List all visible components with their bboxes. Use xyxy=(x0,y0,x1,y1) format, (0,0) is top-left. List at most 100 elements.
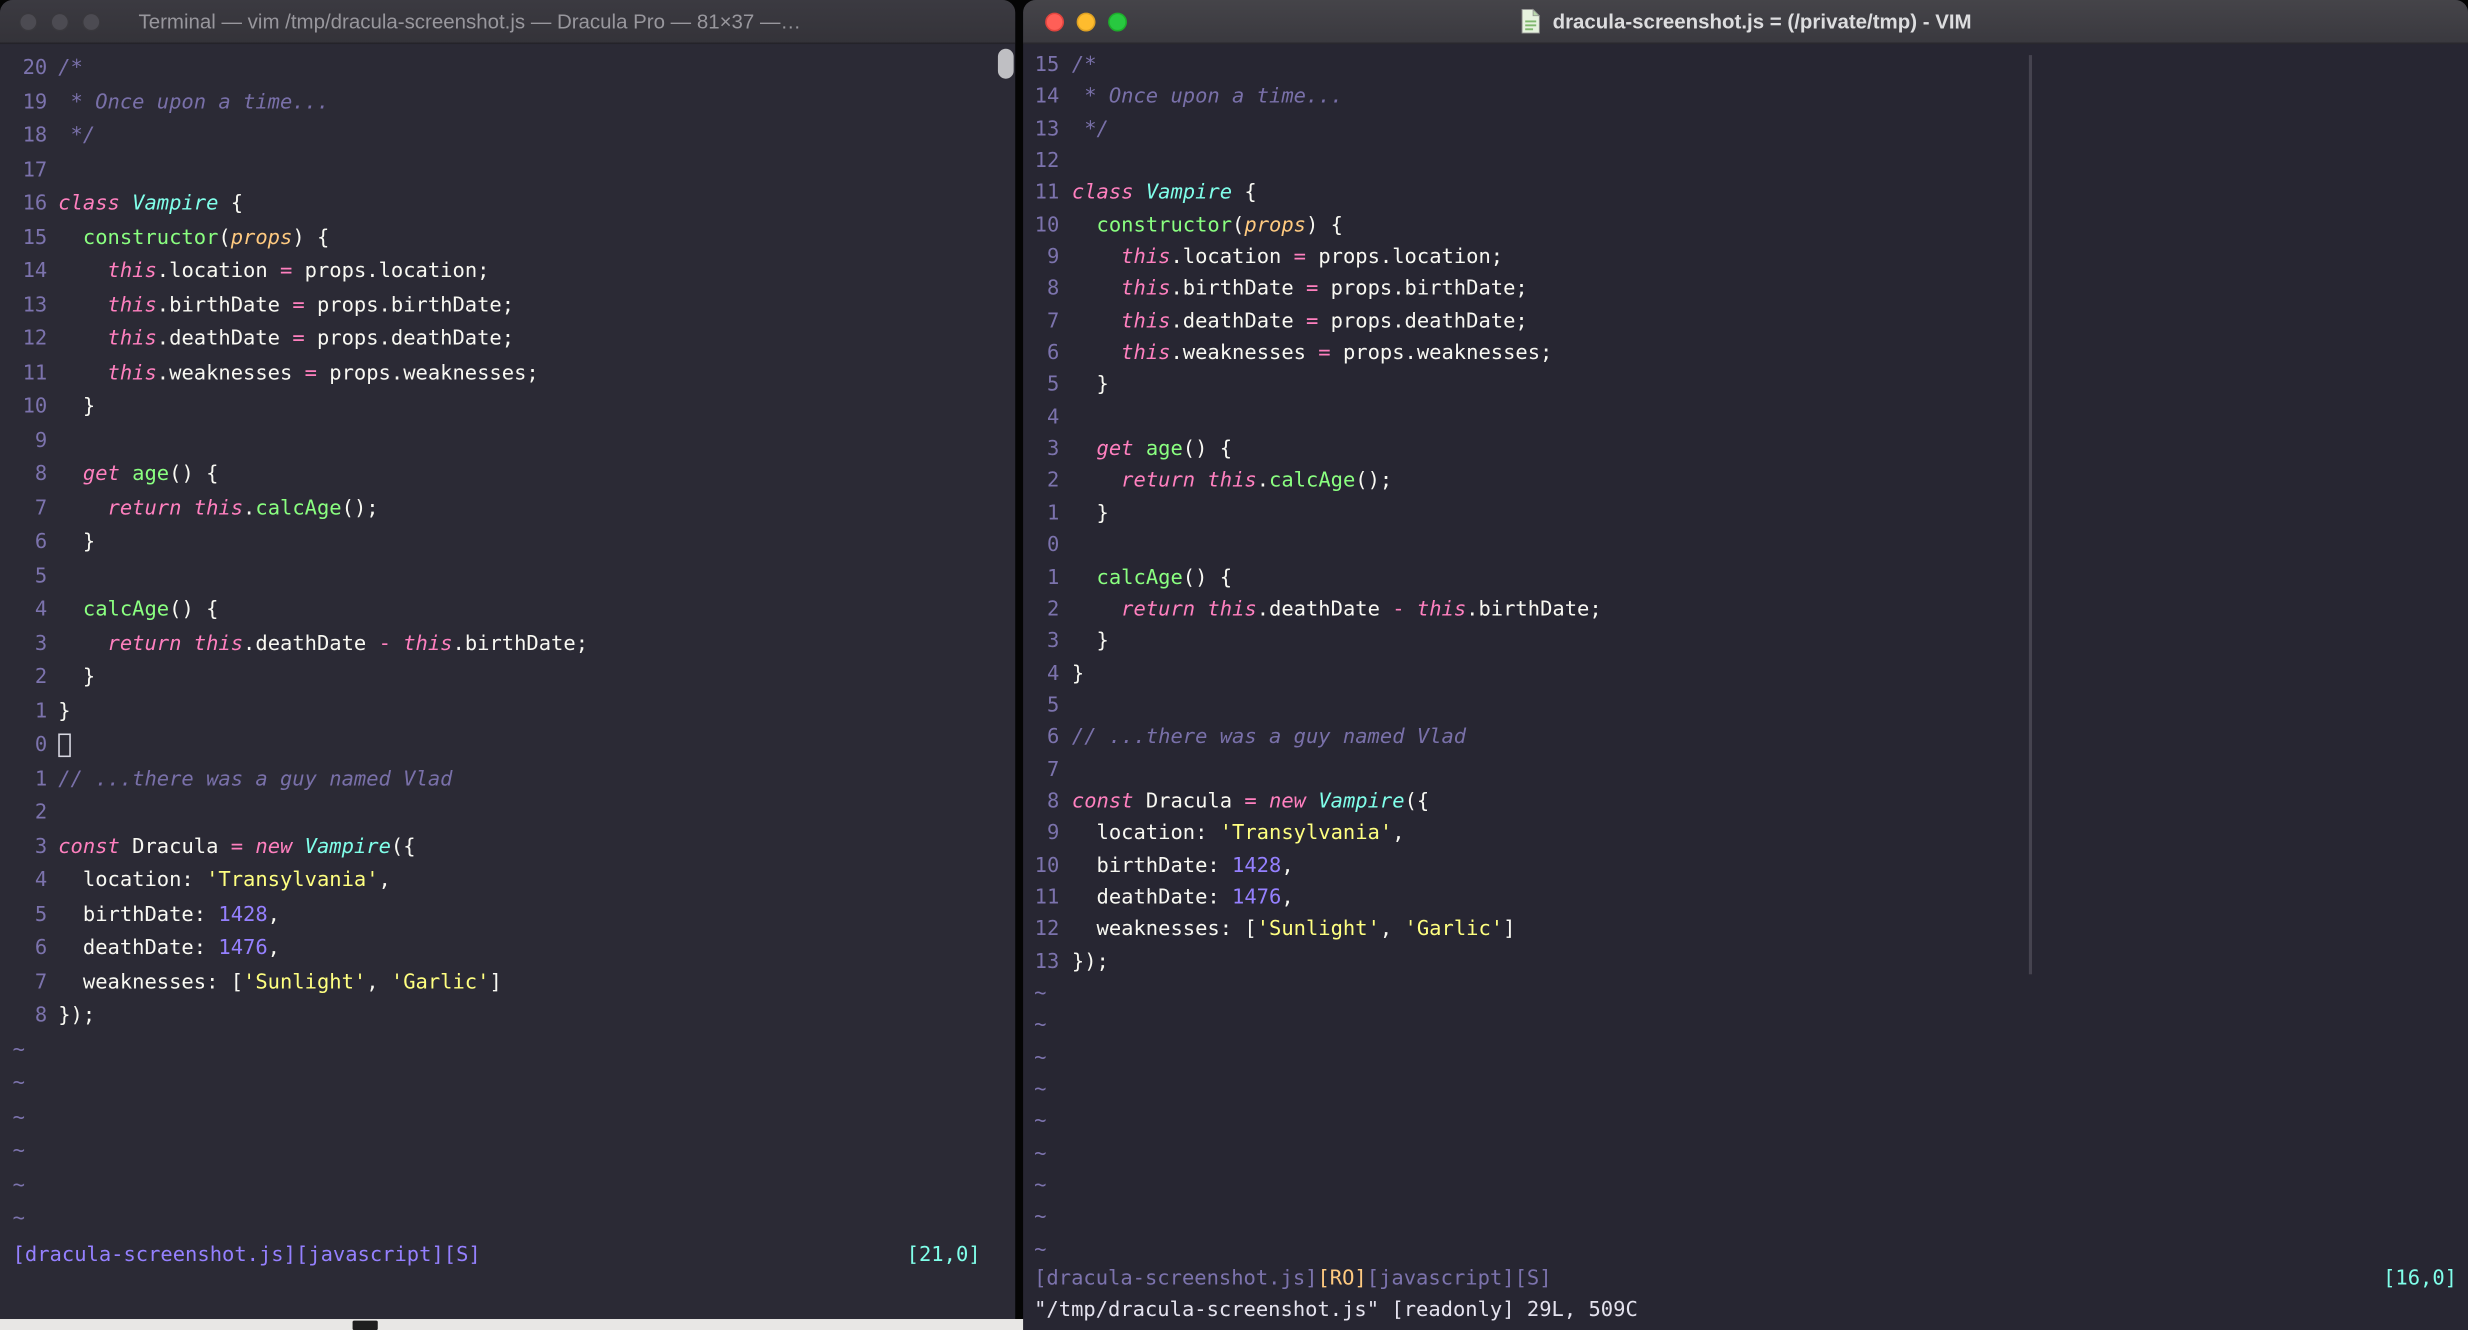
line-number: 0 xyxy=(34,733,48,758)
code-line: 4 location: 'Transylvania', xyxy=(0,864,1015,898)
line-number: 5 xyxy=(1046,373,1060,398)
line-number: 3 xyxy=(34,631,48,656)
minimize-button[interactable] xyxy=(50,12,70,32)
code-line: 8 const Dracula = new Vampire({ xyxy=(1023,787,2468,819)
tilde-marker: ~ xyxy=(1034,1046,1047,1070)
empty-line: ~ xyxy=(0,1033,1015,1067)
vim-buffer-macvim[interactable]: 15/* 14 * Once upon a time... 13 */12 11 cla… xyxy=(1023,44,2468,1330)
line-number: 5 xyxy=(1046,693,1060,718)
line-number: 9 xyxy=(1046,245,1060,270)
empty-line: ~ xyxy=(1023,1043,2468,1075)
tilde-marker: ~ xyxy=(12,1207,25,1231)
code-line: 3 return this.deathDate - this.birthDate… xyxy=(0,627,1015,661)
minimize-button[interactable] xyxy=(1076,12,1096,32)
line-number: 6 xyxy=(34,936,48,961)
empty-line: ~ xyxy=(1023,1139,2468,1171)
line-number: 8 xyxy=(34,1004,48,1028)
code-line: 0 xyxy=(0,729,1015,763)
vim-buffer-terminal[interactable]: 20/* 19 * Once upon a time... 18 */17 16 cla… xyxy=(0,44,1015,1319)
traffic-lights xyxy=(1045,12,1127,32)
line-number: 14 xyxy=(1034,85,1060,110)
line-number: 7 xyxy=(1046,309,1060,334)
empty-line: ~ xyxy=(0,1101,1015,1135)
code-line: 8 get age() { xyxy=(0,458,1015,492)
code-line: 19 * Once upon a time... xyxy=(0,86,1015,120)
line-number: 1 xyxy=(1046,501,1060,526)
desktop: Terminal — vim /tmp/dracula-screenshot.j… xyxy=(0,0,2468,1330)
line-number: 6 xyxy=(34,530,48,555)
line-number: 2 xyxy=(34,801,48,825)
code-line: 1 calcAge() { xyxy=(1023,563,2468,595)
close-button[interactable] xyxy=(1045,12,1065,32)
terminal-titlebar[interactable]: Terminal — vim /tmp/dracula-screenshot.j… xyxy=(0,0,1016,45)
line-number: 16 xyxy=(22,192,48,216)
tilde-marker: ~ xyxy=(1034,1174,1047,1198)
line-number: 12 xyxy=(22,327,48,352)
code-line: 11 this.weaknesses = props.weaknesses; xyxy=(0,357,1015,391)
desktop-strip xyxy=(0,1319,1024,1330)
code-line: 2 return this.calcAge(); xyxy=(1023,467,2468,499)
tilde-marker: ~ xyxy=(12,1071,25,1096)
line-number: 3 xyxy=(1046,629,1060,654)
line-number: 12 xyxy=(1034,918,1060,942)
statusline-file: [dracula-screenshot.js][javascript][S] xyxy=(12,1243,481,1268)
empty-line: ~ xyxy=(1023,1203,2468,1235)
code-line: 16 class Vampire { xyxy=(0,187,1015,221)
code-line: 14 * Once upon a time... xyxy=(1023,82,2468,114)
line-number: 2 xyxy=(1046,469,1060,494)
code-line: 20/* xyxy=(0,52,1015,86)
code-line: 12 weaknesses: ['Sunlight', 'Garlic'] xyxy=(1023,915,2468,947)
code-line: 2 xyxy=(0,796,1015,830)
line-number: 3 xyxy=(34,835,48,859)
line-number: 8 xyxy=(34,462,48,487)
line-number: 11 xyxy=(1034,886,1060,910)
empty-line: ~ xyxy=(1023,979,2468,1011)
line-number: 17 xyxy=(22,158,48,182)
code-line: 9 location: 'Transylvania', xyxy=(1023,819,2468,851)
code-line: 5 xyxy=(1023,691,2468,723)
line-number: 10 xyxy=(1034,854,1060,878)
line-number: 2 xyxy=(1046,597,1060,622)
zoom-button[interactable] xyxy=(1108,12,1127,32)
tilde-marker: ~ xyxy=(1034,982,1047,1006)
line-number: 13 xyxy=(1034,117,1060,142)
statusline-position: [16,0] xyxy=(2383,1267,2458,1291)
code-line: 7 return this.calcAge(); xyxy=(0,492,1015,526)
macvim-window: dracula-screenshot.js = (/private/tmp) -… xyxy=(1023,0,2468,1330)
line-number: 9 xyxy=(34,428,48,453)
code-line: 7 this.deathDate = props.deathDate; xyxy=(1023,307,2468,339)
code-line: 6 } xyxy=(0,526,1015,560)
tilde-marker: ~ xyxy=(1034,1014,1047,1038)
line-number: 9 xyxy=(1046,822,1060,846)
code-line: 11 class Vampire { xyxy=(1023,178,2468,210)
tilde-marker: ~ xyxy=(12,1038,25,1062)
line-number: 4 xyxy=(34,598,48,622)
vim-command-line: "/tmp/dracula-screenshot.js" [readonly] … xyxy=(1034,1298,1638,1323)
close-button[interactable] xyxy=(18,12,38,32)
line-number: 7 xyxy=(1046,757,1060,782)
code-line: 3 } xyxy=(1023,627,2468,659)
background-window-fragment xyxy=(352,1320,378,1330)
code-line: 12 xyxy=(1023,146,2468,178)
zoom-button[interactable] xyxy=(81,12,101,32)
tilde-marker: ~ xyxy=(1034,1142,1047,1166)
empty-line: ~ xyxy=(0,1135,1015,1169)
code-line: 13}); xyxy=(1023,947,2468,979)
line-number: 14 xyxy=(22,259,48,284)
code-line: 8 this.birthDate = props.birthDate; xyxy=(1023,275,2468,307)
empty-line: ~ xyxy=(1023,1075,2468,1107)
line-number: 15 xyxy=(22,225,48,250)
code-line: 6// ...there was a guy named Vlad xyxy=(1023,723,2468,755)
code-line: 15 constructor(props) { xyxy=(0,221,1015,255)
macvim-titlebar[interactable]: dracula-screenshot.js = (/private/tmp) -… xyxy=(1023,0,2468,45)
statusline-readonly-flag: [RO] xyxy=(1317,1267,1367,1291)
vim-cursor xyxy=(58,733,71,758)
empty-line: ~ xyxy=(0,1203,1015,1237)
tilde-marker: ~ xyxy=(1034,1078,1047,1102)
code-line: 5 birthDate: 1428, xyxy=(0,898,1015,932)
line-number: 11 xyxy=(1034,181,1060,206)
scrollbar-thumb[interactable] xyxy=(997,48,1014,79)
line-number: 0 xyxy=(1046,533,1060,558)
line-number: 4 xyxy=(1046,661,1060,686)
line-number: 10 xyxy=(1034,213,1060,238)
